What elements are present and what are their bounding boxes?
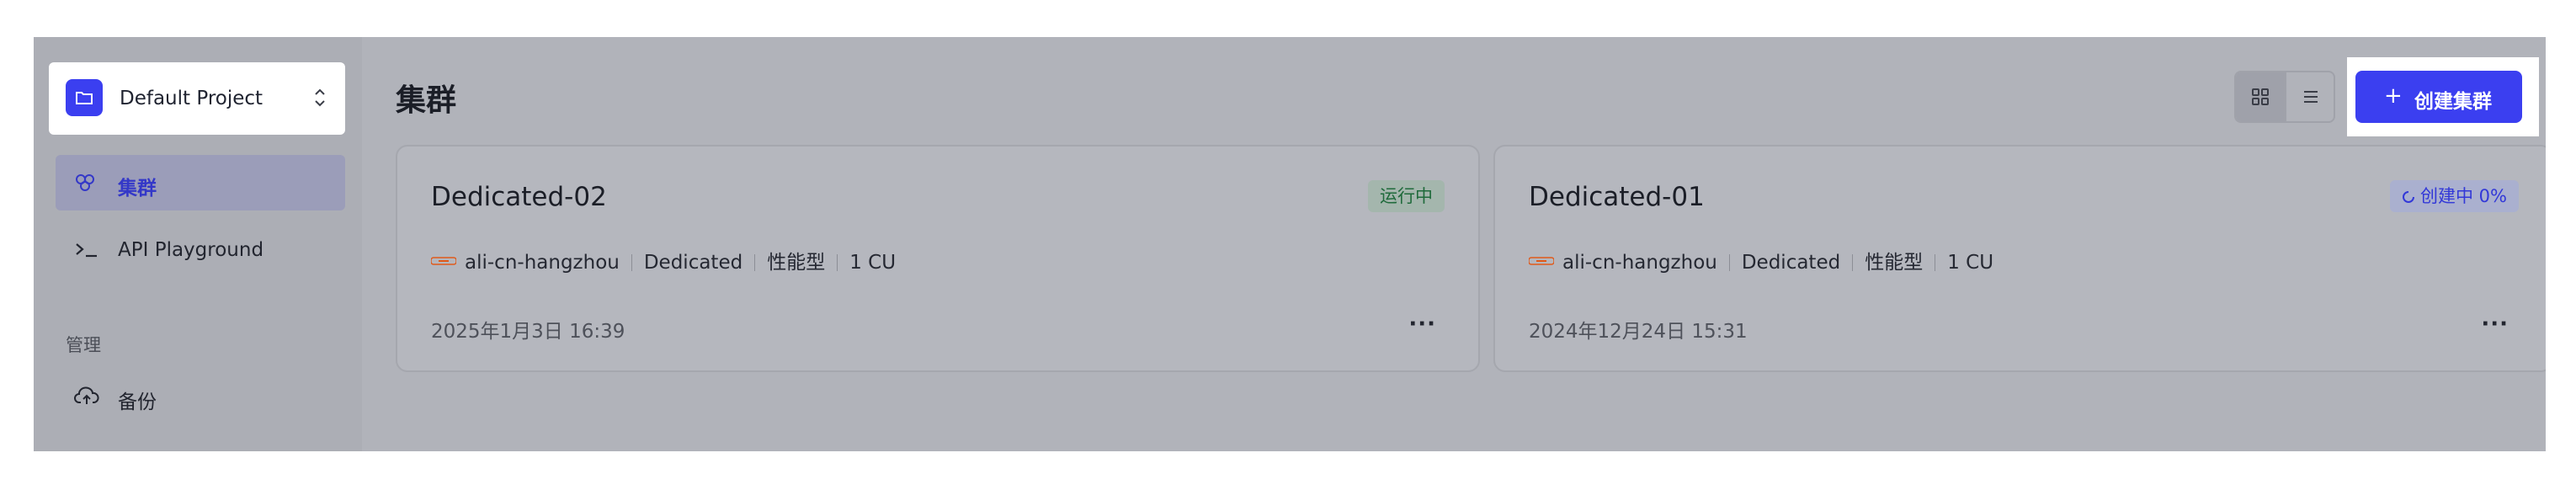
sidebar-item-api-playground[interactable]: API Playground — [56, 222, 345, 278]
alibaba-cloud-logo-icon — [430, 249, 457, 265]
cluster-card[interactable]: Dedicated-01 创建中 0% ali-cn-hangzhou Dedic… — [1493, 145, 2546, 372]
cluster-created-time: 2025年1月3日 16:39 — [431, 321, 625, 343]
sidebar-item-backup[interactable]: 备份 — [56, 369, 345, 424]
chevron-updown-icon — [313, 87, 327, 112]
terminal-icon — [74, 239, 99, 264]
cluster-name: Dedicated-02 — [431, 182, 607, 212]
more-options-icon[interactable]: ··· — [1408, 312, 1436, 337]
cluster-performance: 性能型 — [767, 252, 826, 274]
cluster-capacity: 1 CU — [1947, 252, 1994, 274]
sidebar-item-clusters[interactable]: 集群 — [56, 155, 345, 210]
cluster-performance: 性能型 — [1865, 252, 1924, 274]
cloud-upload-icon — [74, 386, 99, 411]
cluster-region: ali-cn-hangzhou — [1562, 252, 1717, 274]
grid-icon — [2252, 88, 2269, 105]
cluster-meta: ali-cn-hangzhou Dedicated 性能型 1 CU — [430, 246, 897, 274]
project-switcher[interactable]: Default Project — [49, 62, 345, 135]
create-cluster-button[interactable]: + 创建集群 — [2355, 71, 2522, 123]
list-icon — [2304, 91, 2318, 103]
alibaba-cloud-logo-icon — [1528, 249, 1555, 265]
loading-spinner-icon — [2402, 180, 2415, 212]
divider — [837, 254, 838, 271]
more-options-icon[interactable]: ··· — [2481, 312, 2509, 337]
project-name: Default Project — [120, 88, 263, 109]
sidebar-item-label: API Playground — [118, 239, 264, 261]
list-view-button[interactable] — [2285, 72, 2335, 121]
divider — [754, 254, 756, 271]
cluster-meta: ali-cn-hangzhou Dedicated 性能型 1 CU — [1528, 246, 1994, 274]
cluster-icon — [74, 172, 96, 197]
create-cluster-label: 创建集群 — [2414, 91, 2492, 113]
cluster-type: Dedicated — [1741, 252, 1841, 274]
folder-icon — [66, 79, 103, 116]
cluster-capacity: 1 CU — [849, 252, 897, 274]
app-window: Default Project 集群 API Playground 管理 备份 … — [34, 37, 2546, 451]
create-button-highlight: + 创建集群 — [2347, 57, 2539, 136]
grid-view-button[interactable] — [2236, 72, 2285, 121]
sidebar-item-label: 集群 — [118, 178, 157, 200]
cluster-card[interactable]: Dedicated-02 运行中 ali-cn-hangzhou Dedicate… — [396, 145, 1480, 372]
status-badge: 运行中 — [1368, 180, 1445, 212]
plus-icon: + — [2384, 83, 2403, 109]
divider — [1728, 254, 1730, 271]
cluster-region: ali-cn-hangzhou — [465, 252, 620, 274]
page-title: 集群 — [396, 83, 457, 118]
sidebar: Default Project 集群 API Playground 管理 备份 — [34, 37, 362, 451]
sidebar-item-label: 备份 — [118, 391, 157, 413]
status-text: 创建中 0% — [2420, 186, 2507, 206]
section-label-manage: 管理 — [66, 335, 101, 355]
cluster-name: Dedicated-01 — [1529, 182, 1705, 212]
status-badge: 创建中 0% — [2390, 180, 2519, 212]
divider — [631, 254, 632, 271]
cluster-type: Dedicated — [643, 252, 743, 274]
divider — [1852, 254, 1854, 271]
cluster-created-time: 2024年12月24日 15:31 — [1529, 321, 1748, 343]
view-toggle — [2234, 71, 2335, 123]
